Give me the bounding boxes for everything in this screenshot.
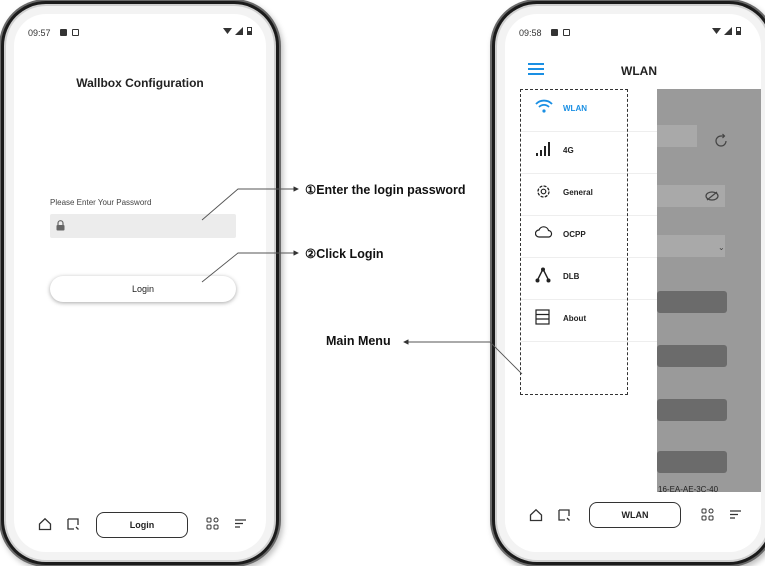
main-menu-annotation: Main Menu: [326, 334, 391, 348]
step2-annotation: ②Click Login: [305, 247, 384, 261]
step1-annotation: ①Enter the login password: [305, 183, 466, 197]
step1-leader-line: [201, 186, 299, 221]
annotation-lines: [201, 186, 523, 375]
step2-leader-line: [201, 250, 299, 283]
main-menu-leader-line: [403, 339, 523, 375]
